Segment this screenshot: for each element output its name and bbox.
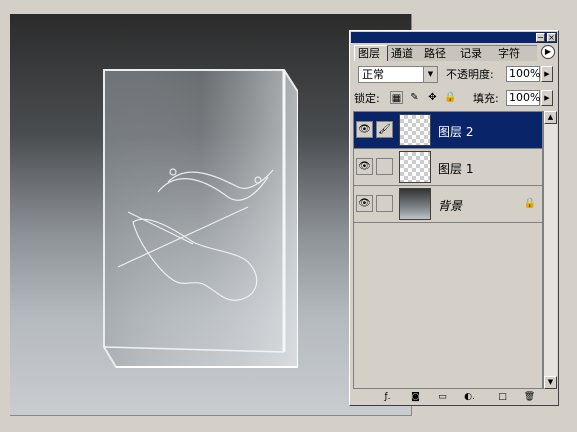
layers-scrollbar[interactable]: ▲ ▼ bbox=[543, 111, 557, 389]
layer-thumbnail bbox=[399, 114, 431, 146]
tab-character[interactable]: 字符 bbox=[495, 45, 537, 61]
opacity-input[interactable]: 100% bbox=[506, 66, 540, 82]
layer-row[interactable]: 👁 图层 1 bbox=[354, 149, 542, 186]
eye-icon[interactable]: 👁 bbox=[356, 158, 373, 175]
layer-row[interactable]: 👁 🖌 图层 2 bbox=[354, 112, 542, 149]
tab-paths[interactable]: 路径 bbox=[421, 45, 457, 61]
crystal-block-image bbox=[103, 69, 298, 368]
opacity-label: 不透明度: bbox=[446, 68, 494, 81]
lock-fill-row: 锁定: ▦ ✎ ✥ 🔒 填充: 100% ▶ bbox=[354, 90, 554, 108]
trash-icon[interactable]: 🗑 bbox=[523, 391, 536, 403]
lock-transparency-icon[interactable]: ▦ bbox=[390, 91, 403, 104]
link-slot[interactable] bbox=[376, 195, 393, 212]
link-slot[interactable] bbox=[376, 158, 393, 175]
opacity-slider-arrow-icon[interactable]: ▶ bbox=[541, 66, 553, 82]
blend-mode-select[interactable]: 正常 ▼ bbox=[358, 66, 438, 83]
chevron-down-icon: ▼ bbox=[423, 67, 437, 82]
layer-name[interactable]: 图层 2 bbox=[438, 123, 473, 140]
fill-slider-arrow-icon[interactable]: ▶ bbox=[541, 90, 553, 106]
layers-panel: − × 图层 通道 路径 记录 字符 ▶ 正常 ▼ 不透明度: 100% ▶ 锁… bbox=[349, 30, 559, 406]
panel-titlebar[interactable]: − × bbox=[351, 32, 557, 43]
fill-input[interactable]: 100% bbox=[506, 90, 540, 106]
new-group-icon[interactable]: ▭ bbox=[436, 391, 449, 403]
layers-bottom-toolbar: ƒ. ◙ ▭ ◐. □ 🗑 bbox=[351, 390, 557, 404]
lock-all-icon[interactable]: 🔒 bbox=[444, 91, 457, 104]
blend-mode-value: 正常 bbox=[362, 68, 384, 81]
tab-history[interactable]: 记录 bbox=[457, 45, 495, 61]
layer-thumbnail bbox=[399, 188, 431, 220]
close-button[interactable]: × bbox=[547, 33, 556, 42]
add-mask-icon[interactable]: ◙ bbox=[409, 391, 422, 403]
eye-icon[interactable]: 👁 bbox=[356, 195, 373, 212]
scroll-up-icon[interactable]: ▲ bbox=[544, 111, 557, 124]
tab-channels[interactable]: 通道 bbox=[388, 45, 421, 61]
new-layer-icon[interactable]: □ bbox=[496, 391, 509, 403]
tab-layers[interactable]: 图层 bbox=[354, 45, 388, 61]
lock-brush-icon[interactable]: ✎ bbox=[408, 91, 421, 104]
fill-label: 填充: bbox=[473, 92, 499, 105]
brush-icon[interactable]: 🖌 bbox=[376, 121, 393, 138]
layer-name[interactable]: 背景 bbox=[438, 197, 462, 214]
eye-icon[interactable]: 👁 bbox=[356, 121, 373, 138]
lock-label: 锁定: bbox=[354, 92, 380, 105]
layer-style-icon[interactable]: ƒ. bbox=[381, 391, 394, 403]
minimize-button[interactable]: − bbox=[536, 33, 545, 42]
lock-move-icon[interactable]: ✥ bbox=[426, 91, 439, 104]
layer-name[interactable]: 图层 1 bbox=[438, 160, 473, 177]
lock-icon: 🔒 bbox=[523, 198, 536, 209]
scroll-down-icon[interactable]: ▼ bbox=[544, 376, 557, 389]
adjustment-layer-icon[interactable]: ◐. bbox=[463, 391, 476, 403]
blend-opacity-row: 正常 ▼ 不透明度: 100% ▶ bbox=[354, 66, 554, 84]
layers-list: 👁 🖌 图层 2 👁 图层 1 👁 背景 🔒 bbox=[353, 111, 543, 389]
layer-row[interactable]: 👁 背景 🔒 bbox=[354, 186, 542, 223]
panel-menu-arrow-icon[interactable]: ▶ bbox=[541, 45, 555, 59]
layer-thumbnail bbox=[399, 151, 431, 183]
panel-tabs: 图层 通道 路径 记录 字符 bbox=[354, 45, 540, 61]
